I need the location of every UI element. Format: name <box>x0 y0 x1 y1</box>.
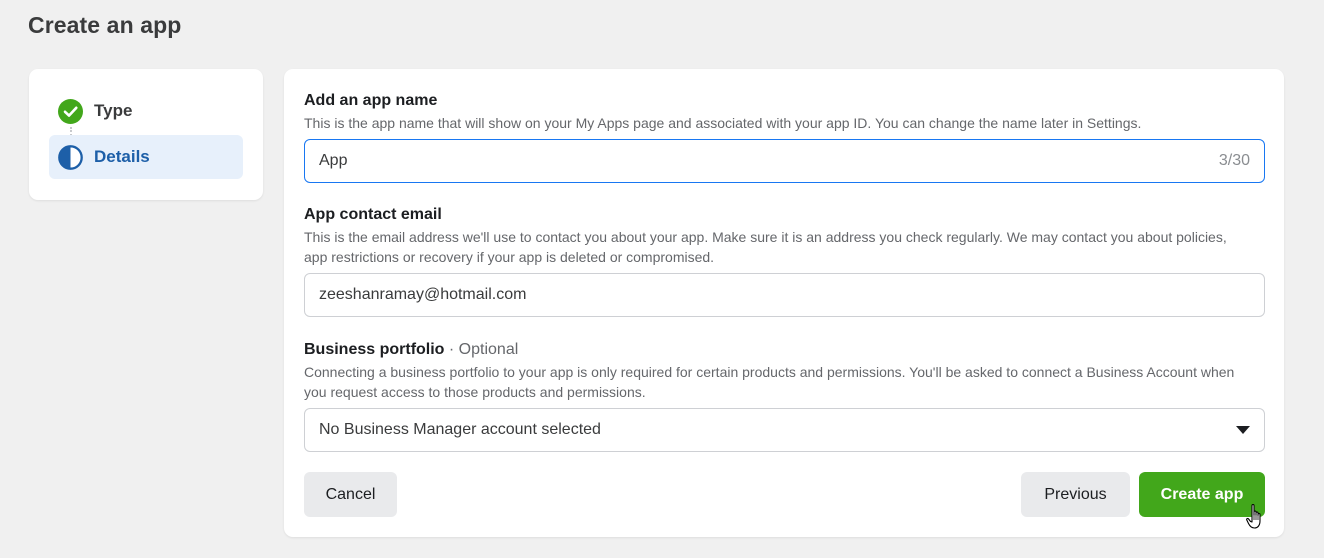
business-portfolio-select[interactable]: No Business Manager account selected <box>304 408 1265 452</box>
caret-down-icon <box>1236 426 1250 434</box>
page-title: Create an app <box>28 12 182 38</box>
business-portfolio-label: Business portfolio · Optional <box>304 341 518 359</box>
contact-email-input[interactable]: zeeshanramay@hotmail.com <box>304 273 1265 317</box>
contact-email-value: zeeshanramay@hotmail.com <box>319 286 527 303</box>
business-portfolio-selected: No Business Manager account selected <box>319 421 601 438</box>
app-name-counter: 3/30 <box>1218 152 1250 169</box>
app-name-help: This is the app name that will show on y… <box>304 115 1142 131</box>
form-card: Add an app name This is the app name tha… <box>284 69 1284 537</box>
step-details[interactable]: Details <box>49 135 243 179</box>
app-name-label: Add an app name <box>304 92 438 109</box>
check-circle-icon <box>58 98 83 124</box>
step-type[interactable]: Type <box>49 89 243 133</box>
previous-button[interactable]: Previous <box>1021 472 1130 517</box>
business-portfolio-help: Connecting a business portfolio to your … <box>304 364 1235 400</box>
cancel-button[interactable]: Cancel <box>304 472 397 517</box>
app-name-value: App <box>319 152 348 169</box>
hand-cursor-icon <box>1246 503 1266 536</box>
business-portfolio-title: Business portfolio <box>304 341 445 358</box>
app-name-input[interactable]: App 3/30 <box>304 139 1265 183</box>
contact-email-help: This is the email address we'll use to c… <box>304 229 1227 265</box>
half-circle-icon <box>58 144 83 170</box>
step-details-label: Details <box>94 147 150 166</box>
optional-tag: · Optional <box>444 341 519 358</box>
contact-email-label: App contact email <box>304 206 442 223</box>
step-type-label: Type <box>94 101 133 120</box>
stepper-card: Type Details <box>29 69 263 200</box>
